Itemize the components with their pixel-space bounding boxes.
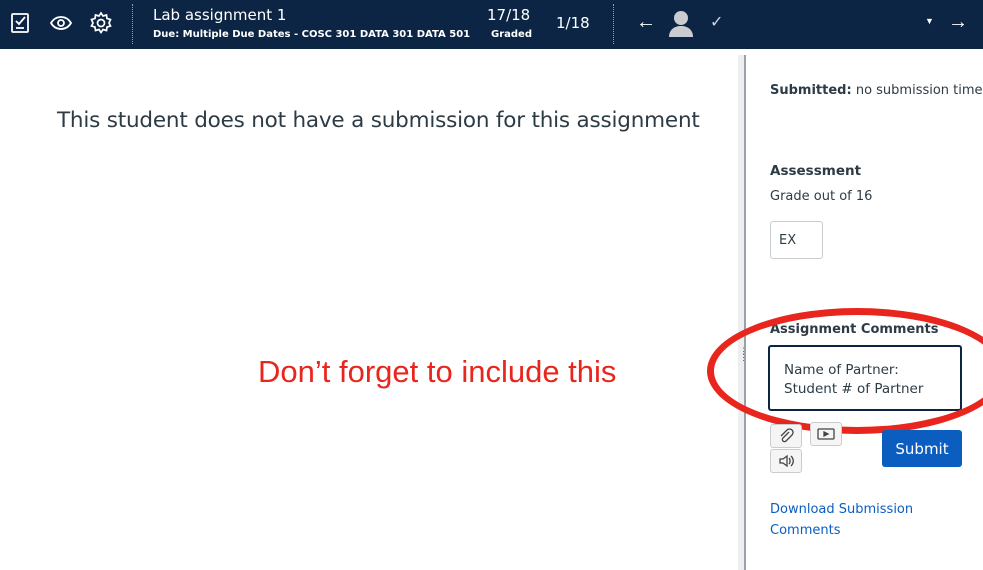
comments-heading: Assignment Comments [770, 322, 939, 337]
submitted-status: Submitted: no submission time [770, 83, 983, 98]
avatar-icon[interactable] [667, 9, 695, 37]
submitted-label: Submitted: [770, 83, 852, 98]
dropdown-icon[interactable]: ▼ [925, 16, 934, 26]
paperclip-icon [780, 428, 794, 443]
download-comments-link[interactable]: Download Submission Comments [770, 499, 940, 541]
media-comment-button[interactable] [810, 422, 842, 446]
graded-label: Graded [491, 29, 532, 40]
panel-resizer[interactable] [738, 55, 746, 570]
annotation-text: Don’t forget to include this [258, 354, 617, 389]
submitted-value: no submission time [855, 83, 983, 98]
attach-file-button[interactable] [770, 424, 802, 448]
comment-textarea[interactable]: Name of Partner: Student # of Partner [768, 345, 962, 411]
gradebook-icon[interactable] [7, 10, 33, 36]
check-icon: ✓ [710, 14, 724, 31]
top-bar: Lab assignment 1 Due: Multiple Due Dates… [0, 0, 983, 49]
assignment-title: Lab assignment 1 [153, 6, 287, 24]
grade-out-of: Grade out of 16 [770, 189, 873, 204]
divider [132, 4, 134, 44]
eye-icon[interactable] [48, 10, 74, 36]
due-dates: Due: Multiple Due Dates - COSC 301 DATA … [153, 29, 471, 40]
submit-button[interactable]: Submit [882, 430, 962, 467]
speaker-icon [779, 454, 794, 468]
student-position: 1/18 [556, 14, 590, 32]
grade-input[interactable] [770, 221, 823, 259]
gear-icon[interactable] [88, 10, 114, 36]
resize-grip-icon[interactable]: ⋮ ⋮ [739, 347, 748, 362]
audio-comment-button[interactable] [770, 449, 802, 473]
media-icon [817, 428, 835, 440]
divider [613, 4, 615, 44]
no-submission-message: This student does not have a submission … [57, 108, 700, 133]
graded-count: 17/18 [487, 6, 531, 24]
arrow-left-icon[interactable]: ← [636, 12, 656, 32]
arrow-right-icon[interactable]: → [948, 12, 968, 32]
assessment-heading: Assessment [770, 163, 862, 179]
